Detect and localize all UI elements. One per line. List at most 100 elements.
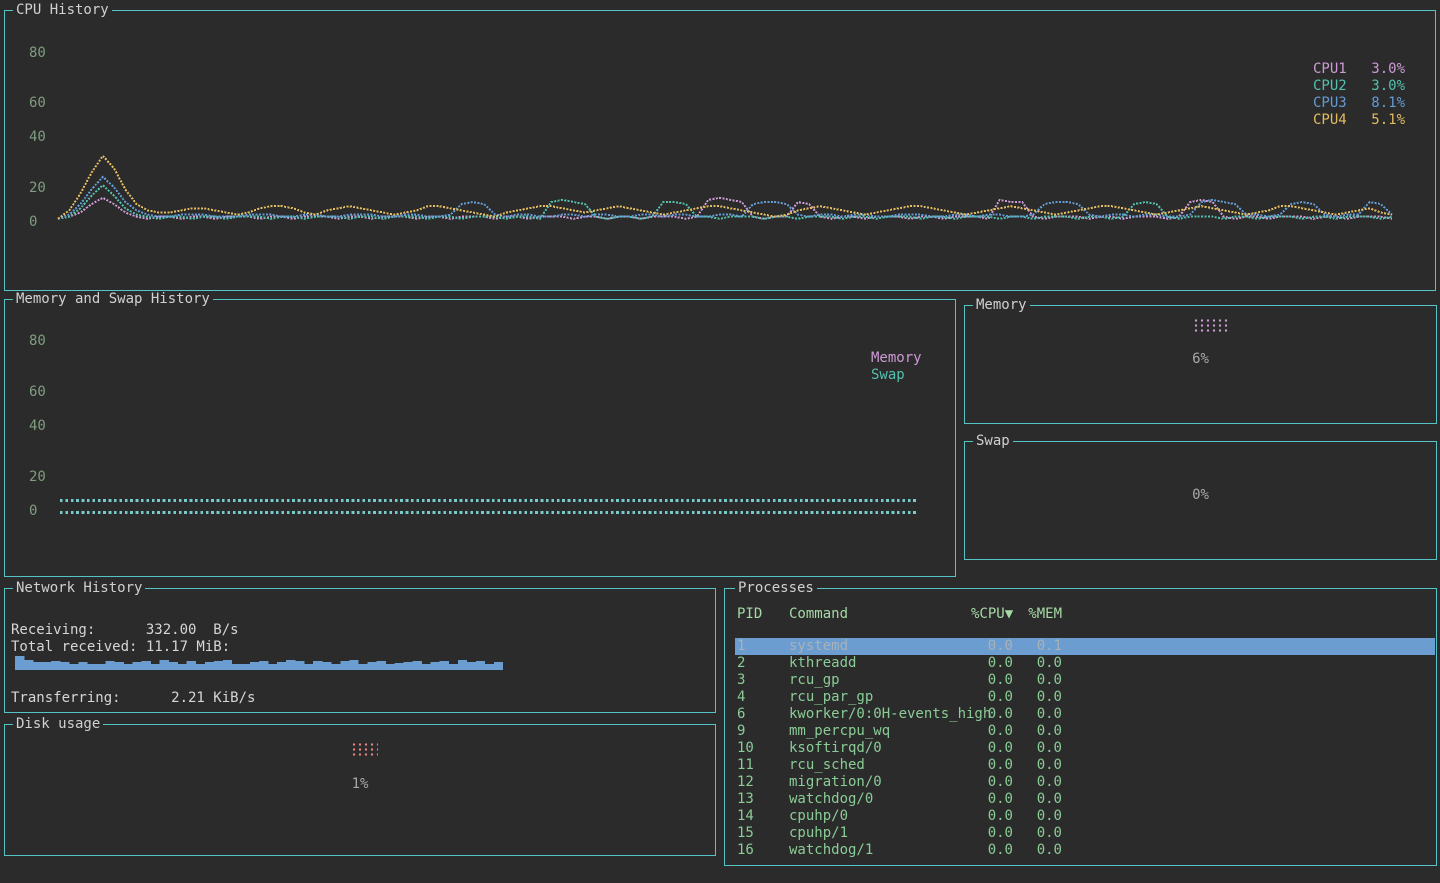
memory-swap-chart xyxy=(57,496,919,518)
process-cell-mem: 0.0 xyxy=(1013,689,1062,706)
process-cell-pid: 15 xyxy=(735,825,789,842)
column-header-command[interactable]: Command xyxy=(789,606,971,622)
process-cell-cpu: 0.0 xyxy=(971,808,1013,825)
processes-title: Processes xyxy=(735,580,817,596)
memory-gauge-panel: Memory 6% xyxy=(964,305,1437,424)
process-row-13[interactable]: 13watchdog/00.00.0 xyxy=(735,791,1435,808)
memory-swap-history-title: Memory and Swap History xyxy=(13,291,213,307)
process-row-16[interactable]: 16watchdog/10.00.0 xyxy=(735,842,1435,859)
process-cell-mem: 0.0 xyxy=(1013,774,1062,791)
process-cell-mem: 0.0 xyxy=(1013,706,1062,723)
cpu-ytick-40: 40 xyxy=(29,130,46,144)
process-cell-cmd: systemd xyxy=(789,638,971,655)
process-row-3[interactable]: 3rcu_gp0.00.0 xyxy=(735,672,1435,689)
process-cell-pid: 1 xyxy=(735,638,789,655)
process-cell-pid: 6 xyxy=(735,706,789,723)
process-cell-cmd: rcu_par_gp xyxy=(789,689,971,706)
process-row-12[interactable]: 12migration/00.00.0 xyxy=(735,774,1435,791)
process-cell-cpu: 0.0 xyxy=(971,655,1013,672)
process-table-body: 1systemd0.00.12kthreadd0.00.03rcu_gp0.00… xyxy=(735,638,1435,859)
process-cell-cmd: watchdog/0 xyxy=(789,791,971,808)
cpu-ytick-20: 20 xyxy=(29,181,46,195)
network-receive-sparkline xyxy=(15,653,503,670)
cpu3-legend-label: CPU3 xyxy=(1313,96,1347,110)
process-cell-cmd: rcu_sched xyxy=(789,757,971,774)
cpu2-legend: CPU2 3.0% xyxy=(1313,79,1405,93)
process-cell-cpu: 0.0 xyxy=(971,706,1013,723)
disk-gauge-value: 1% xyxy=(5,776,715,792)
process-cell-cmd: cpuhp/1 xyxy=(789,825,971,842)
process-row-10[interactable]: 10ksoftirqd/00.00.0 xyxy=(735,740,1435,757)
process-cell-cmd: mm_percpu_wq xyxy=(789,723,971,740)
process-cell-mem: 0.0 xyxy=(1013,740,1062,757)
cpu2-legend-label: CPU2 xyxy=(1313,79,1347,93)
process-row-15[interactable]: 15cpuhp/10.00.0 xyxy=(735,825,1435,842)
process-cell-cpu: 0.0 xyxy=(971,842,1013,859)
cpu4-legend: CPU4 5.1% xyxy=(1313,113,1405,127)
mem-ytick-0: 0 xyxy=(29,504,37,518)
mem-ytick-20: 20 xyxy=(29,470,46,484)
cpu1-legend: CPU1 3.0% xyxy=(1313,62,1405,76)
process-cell-cpu: 0.0 xyxy=(971,689,1013,706)
cpu-ytick-0: 0 xyxy=(29,215,37,229)
process-row-14[interactable]: 14cpuhp/00.00.0 xyxy=(735,808,1435,825)
memory-legend-label: Memory xyxy=(871,350,922,367)
process-cell-mem: 0.1 xyxy=(1013,638,1062,655)
process-cell-pid: 10 xyxy=(735,740,789,757)
process-cell-mem: 0.0 xyxy=(1013,825,1062,842)
process-row-11[interactable]: 11rcu_sched0.00.0 xyxy=(735,757,1435,774)
process-cell-mem: 0.0 xyxy=(1013,842,1062,859)
mem-ytick-80: 80 xyxy=(29,334,46,348)
process-cell-cmd: migration/0 xyxy=(789,774,971,791)
process-cell-mem: 0.0 xyxy=(1013,672,1062,689)
process-row-2[interactable]: 2kthreadd0.00.0 xyxy=(735,655,1435,672)
swap-gauge-panel: Swap 0% xyxy=(964,441,1437,560)
process-cell-cmd: watchdog/1 xyxy=(789,842,971,859)
cpu-history-chart xyxy=(55,141,1395,251)
swap-gauge-title: Swap xyxy=(973,433,1013,449)
network-transferring-text: Transferring: 2.21 KiB/s xyxy=(11,690,255,706)
cpu-history-title: CPU History xyxy=(13,2,112,18)
cpu2-legend-value: 3.0% xyxy=(1371,79,1405,93)
process-cell-cpu: 0.0 xyxy=(971,672,1013,689)
column-header-cpu[interactable]: %CPU▼ xyxy=(971,606,1013,622)
mem-ytick-60: 60 xyxy=(29,385,46,399)
process-row-9[interactable]: 9mm_percpu_wq0.00.0 xyxy=(735,723,1435,740)
memory-gauge-title: Memory xyxy=(973,297,1030,313)
column-header-pid[interactable]: PID xyxy=(735,606,789,622)
memory-gauge-value: 6% xyxy=(965,351,1436,367)
process-cell-cmd: ksoftirqd/0 xyxy=(789,740,971,757)
cpu4-legend-label: CPU4 xyxy=(1313,113,1347,127)
process-cell-cmd: kworker/0:0H-events_high xyxy=(789,706,971,723)
cpu4-legend-value: 5.1% xyxy=(1371,113,1405,127)
memory-swap-history-panel: Memory and Swap History 80 60 40 20 0 Me… xyxy=(4,299,956,577)
column-header-mem[interactable]: %MEM xyxy=(1013,606,1062,622)
process-cell-pid: 2 xyxy=(735,655,789,672)
process-cell-pid: 3 xyxy=(735,672,789,689)
process-cell-cpu: 0.0 xyxy=(971,757,1013,774)
disk-usage-panel: Disk usage 1% xyxy=(4,724,716,856)
process-cell-pid: 16 xyxy=(735,842,789,859)
cpu3-legend: CPU3 8.1% xyxy=(1313,96,1405,110)
process-cell-mem: 0.0 xyxy=(1013,655,1062,672)
cpu3-legend-value: 8.1% xyxy=(1371,96,1405,110)
disk-gauge-donut xyxy=(351,742,378,757)
process-row-6[interactable]: 6kworker/0:0H-events_high0.00.0 xyxy=(735,706,1435,723)
process-cell-cpu: 0.0 xyxy=(971,723,1013,740)
process-cell-mem: 0.0 xyxy=(1013,723,1062,740)
cpu1-legend-value: 3.0% xyxy=(1371,62,1405,76)
process-cell-cpu: 0.0 xyxy=(971,774,1013,791)
processes-header-row: PID Command %CPU▼ %MEM xyxy=(735,606,1435,622)
process-row-1[interactable]: 1systemd0.00.1 xyxy=(735,638,1435,655)
cpu1-legend-label: CPU1 xyxy=(1313,62,1347,76)
disk-usage-title: Disk usage xyxy=(13,716,103,732)
process-cell-cpu: 0.0 xyxy=(971,740,1013,757)
network-receiving-text: Receiving: 332.00 B/s xyxy=(11,622,239,638)
process-cell-cmd: kthreadd xyxy=(789,655,971,672)
process-cell-pid: 11 xyxy=(735,757,789,774)
process-cell-cpu: 0.0 xyxy=(971,825,1013,842)
network-history-title: Network History xyxy=(13,580,145,596)
process-cell-cpu: 0.0 xyxy=(971,638,1013,655)
process-cell-cpu: 0.0 xyxy=(971,791,1013,808)
process-row-4[interactable]: 4rcu_par_gp0.00.0 xyxy=(735,689,1435,706)
